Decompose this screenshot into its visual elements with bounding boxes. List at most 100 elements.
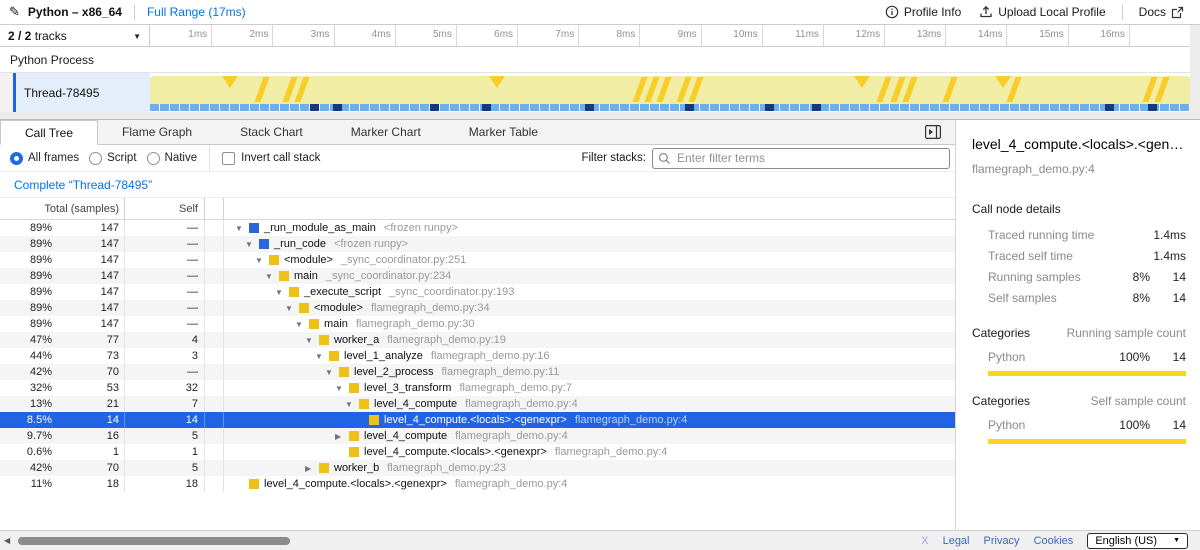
divider [134, 5, 135, 20]
disclosure-open-icon[interactable]: ▼ [315, 352, 329, 361]
upload-profile-button[interactable]: Upload Local Profile [973, 3, 1111, 21]
tab-flame-graph[interactable]: Flame Graph [98, 120, 216, 144]
disclosure-open-icon[interactable]: ▼ [335, 384, 349, 393]
call-tree-toolbar: All frames Script Native Invert call stack… [0, 145, 955, 172]
python-category-icon [279, 271, 289, 281]
filter-stacks-input[interactable] [652, 148, 950, 169]
invert-call-stack-label: Invert call stack [241, 152, 320, 164]
self-cell: — [125, 316, 205, 332]
radio-all-frames[interactable]: All frames [10, 152, 79, 165]
radio-native[interactable]: Native [147, 152, 198, 165]
ruler-tick-label: 6ms [457, 29, 513, 40]
call-tree-row[interactable]: 9.7%165▶level_4_computeflamegraph_demo.p… [0, 428, 955, 444]
docs-button[interactable]: Docs [1133, 3, 1190, 21]
info-icon [885, 5, 899, 19]
jank-marker-icon [222, 76, 238, 88]
footer-link-x[interactable]: X [921, 535, 928, 547]
full-range-link[interactable]: Full Range (17ms) [147, 5, 246, 19]
function-name: <module> [314, 302, 363, 314]
total-samples-column-header[interactable]: Total (samples) [0, 198, 125, 219]
call-tree-row[interactable]: 89%147—▼_run_code<frozen runpy> [0, 236, 955, 252]
disclosure-open-icon[interactable]: ▼ [255, 256, 269, 265]
total-samples: 53 [52, 382, 124, 394]
function-name: level_4_compute [364, 430, 447, 442]
call-tree-row[interactable]: 13%217▼level_4_computeflamegraph_demo.py… [0, 396, 955, 412]
total-cell: 89%147 [0, 284, 125, 300]
tree-cell: ▼mainflamegraph_demo.py:30 [224, 316, 955, 332]
footer-link-privacy[interactable]: Privacy [984, 535, 1020, 547]
process-track-header[interactable]: Python Process [0, 47, 1190, 73]
disclosure-open-icon[interactable]: ▼ [295, 320, 309, 329]
call-tree-row[interactable]: 44%733▼level_1_analyzeflamegraph_demo.py… [0, 348, 955, 364]
ruler-tick-label: 1ms [151, 29, 207, 40]
tab-call-tree[interactable]: Call Tree [0, 120, 98, 145]
call-tree-row[interactable]: 89%147—▼<module>flamegraph_demo.py:34 [0, 300, 955, 316]
call-tree-row[interactable]: 32%5332▼level_3_transformflamegraph_demo… [0, 380, 955, 396]
tree-cell: ▼_execute_script_sync_coordinator.py:193 [224, 284, 955, 300]
divider [1122, 5, 1123, 20]
open-sidebar-icon[interactable] [925, 125, 941, 139]
tab-stack-chart[interactable]: Stack Chart [216, 120, 327, 144]
radio-script[interactable]: Script [89, 152, 136, 165]
tab-marker-table[interactable]: Marker Table [445, 120, 562, 144]
main-panel: Call TreeFlame GraphStack ChartMarker Ch… [0, 120, 955, 530]
disclosure-open-icon[interactable]: ▼ [305, 336, 319, 345]
call-tree-row[interactable]: 47%774▼worker_aflamegraph_demo.py:19 [0, 332, 955, 348]
call-tree-row[interactable]: 89%147—▼_execute_script_sync_coordinator… [0, 284, 955, 300]
sample-dense-segment [430, 104, 439, 111]
self-column-header[interactable]: Self [125, 198, 205, 219]
call-tree-row[interactable]: 42%705▶worker_bflamegraph_demo.py:23 [0, 460, 955, 476]
total-samples: 1 [52, 446, 124, 458]
call-tree-row[interactable]: 8.5%1414level_4_compute.<locals>.<genexp… [0, 412, 955, 428]
disclosure-open-icon[interactable]: ▼ [325, 368, 339, 377]
ruler-tick-label: 16ms [1069, 29, 1125, 40]
footer-link-legal[interactable]: Legal [943, 535, 970, 547]
file-location: flamegraph_demo.py:4 [555, 446, 668, 458]
breadcrumb-complete-range-link[interactable]: Complete “Thread-78495” [14, 178, 152, 192]
timeline-right-gap [1190, 25, 1200, 112]
tracks-dropdown[interactable]: 2 / 2 tracks ▼ [0, 25, 150, 47]
language-select[interactable]: English (US)▼ [1087, 533, 1188, 549]
function-name: _run_code [274, 238, 326, 250]
call-tree-row[interactable]: 89%147—▼main_sync_coordinator.py:234 [0, 268, 955, 284]
call-tree-row[interactable]: 89%147—▼_run_module_as_main<frozen runpy… [0, 220, 955, 236]
call-tree-row[interactable]: 89%147—▼mainflamegraph_demo.py:30 [0, 316, 955, 332]
edit-profile-name-icon[interactable]: ✎ [9, 4, 20, 20]
function-name: _execute_script [304, 286, 381, 298]
disclosure-closed-icon[interactable]: ▶ [305, 464, 319, 473]
detail-label: Self samples [988, 291, 1106, 305]
timeline-bottom-filler [0, 112, 1200, 120]
icon-cell [205, 300, 224, 316]
python-category-icon [349, 383, 359, 393]
disclosure-open-icon[interactable]: ▼ [235, 224, 249, 233]
thread-track-label[interactable]: Thread-78495 [13, 73, 150, 112]
disclosure-open-icon[interactable]: ▼ [245, 240, 259, 249]
icon-column-header [205, 198, 224, 219]
invert-call-stack-checkbox[interactable] [222, 152, 235, 165]
profile-info-button[interactable]: Profile Info [879, 3, 967, 21]
call-tree-row[interactable]: 89%147—▼<module>_sync_coordinator.py:251 [0, 252, 955, 268]
radio-label: All frames [28, 152, 79, 164]
call-tree-row[interactable]: 0.6%11level_4_compute.<locals>.<genexpr>… [0, 444, 955, 460]
thread-activity-canvas[interactable] [150, 73, 1190, 112]
call-tree-row[interactable]: 11%1818level_4_compute.<locals>.<genexpr… [0, 476, 955, 492]
disclosure-open-icon[interactable]: ▼ [285, 304, 299, 313]
scroll-left-arrow-icon[interactable]: ◀ [4, 536, 10, 545]
icon-cell [205, 396, 224, 412]
disclosure-open-icon[interactable]: ▼ [265, 272, 279, 281]
horizontal-scrollbar-thumb[interactable] [18, 537, 290, 545]
tab-marker-chart[interactable]: Marker Chart [327, 120, 445, 144]
disclosure-open-icon[interactable]: ▼ [345, 400, 359, 409]
radio-dot-icon [147, 152, 160, 165]
sample-dense-segment [333, 104, 342, 111]
footer-link-cookies[interactable]: Cookies [1034, 535, 1074, 547]
call-tree-row[interactable]: 42%70—▼level_2_processflamegraph_demo.py… [0, 364, 955, 380]
total-cell: 44%73 [0, 348, 125, 364]
category-percent: 100% [1106, 418, 1150, 432]
total-samples: 73 [52, 350, 124, 362]
ruler-tick-label: 5ms [396, 29, 452, 40]
top-bar-actions: Profile Info Upload Local Profile Docs [879, 3, 1200, 21]
disclosure-closed-icon[interactable]: ▶ [335, 432, 349, 441]
detail-value: 1.4ms [1150, 228, 1186, 242]
disclosure-open-icon[interactable]: ▼ [275, 288, 289, 297]
